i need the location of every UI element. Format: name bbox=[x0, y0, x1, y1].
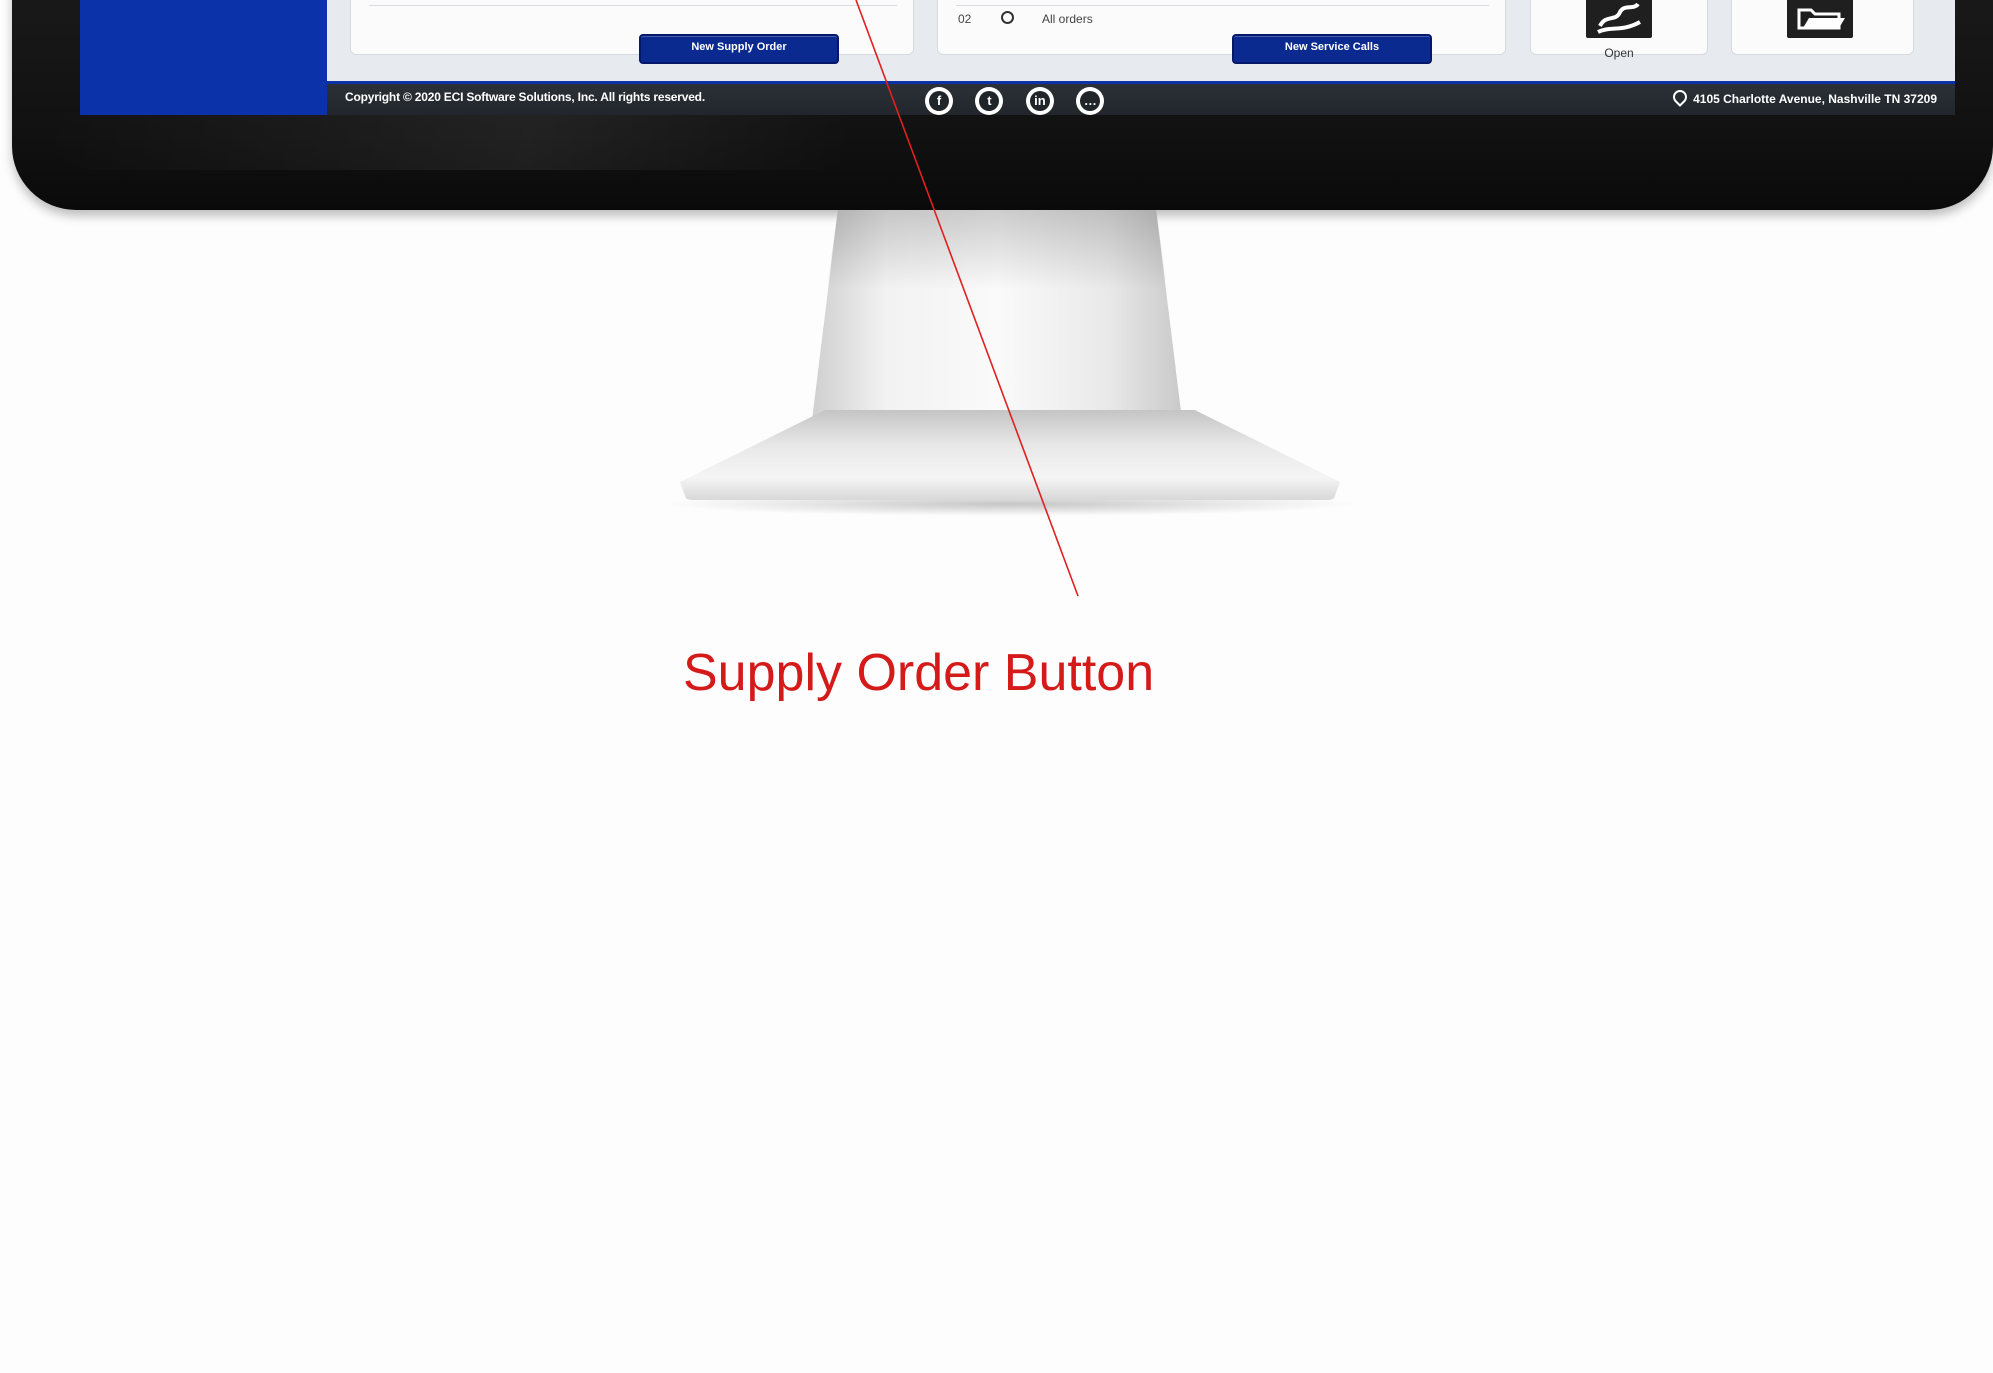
annotation-label: Supply Order Button bbox=[683, 644, 1155, 702]
callout-pointer-line bbox=[855, 0, 1079, 597]
